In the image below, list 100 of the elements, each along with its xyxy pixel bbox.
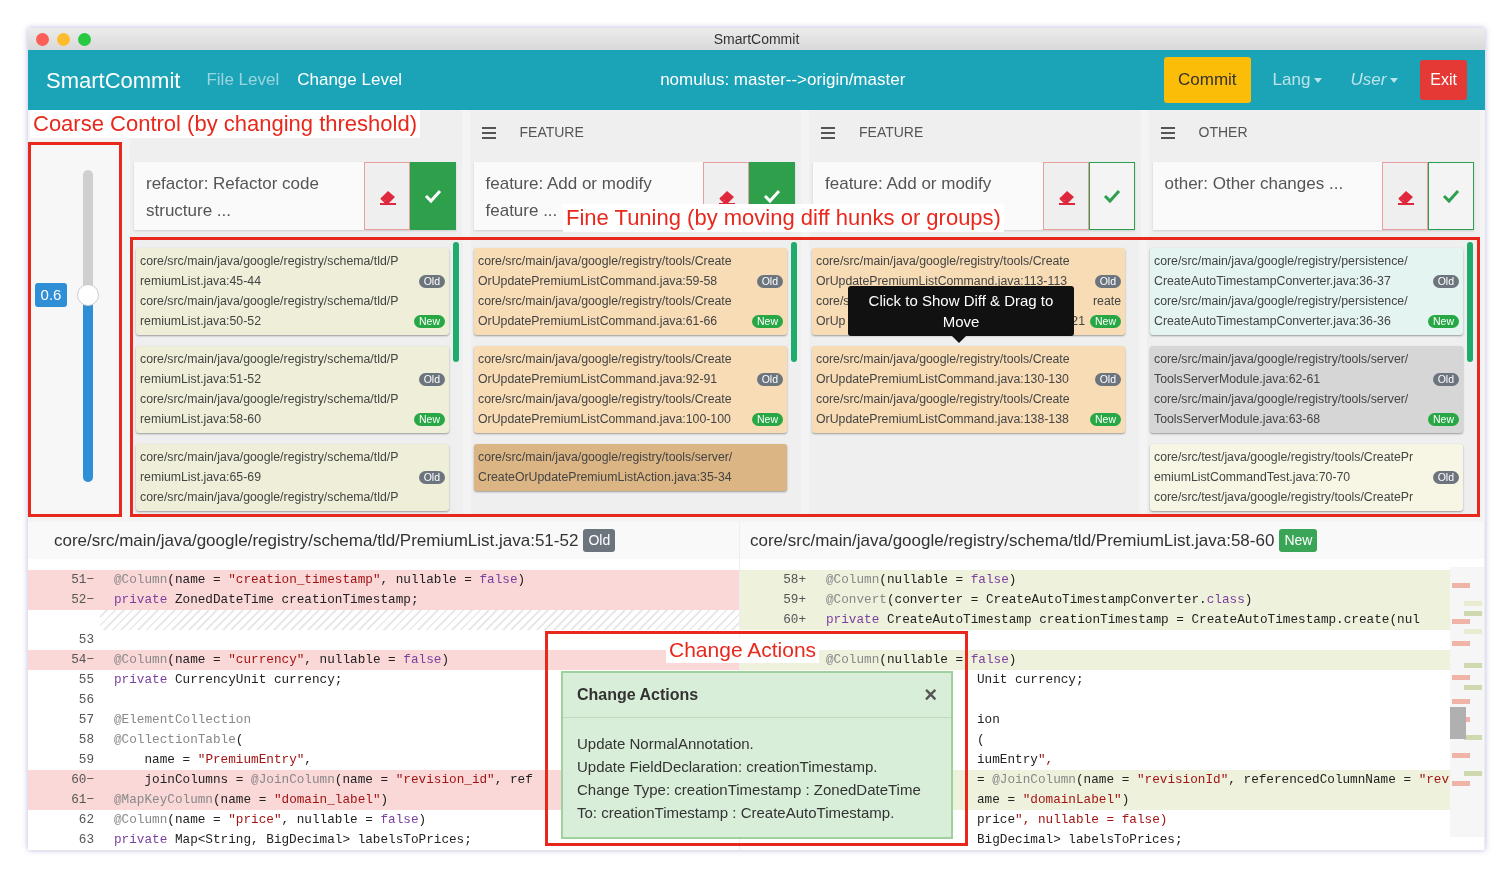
version-badge: Old [418, 372, 445, 386]
caret-icon [1390, 77, 1399, 83]
annotation-tooltip: Fine Tuning (by moving diff hunks or groups) [563, 204, 1004, 232]
version-badge: Old [1432, 470, 1459, 484]
file-path: ToolsServerModule.java:63-68 [1154, 411, 1321, 428]
code-line: ion [977, 711, 1000, 729]
code-line: @Column(name = "creation_timestamp", nullable = false) [113, 571, 526, 589]
menu-icon [1160, 126, 1175, 139]
line-number: 57 [77, 711, 95, 729]
file-path: reate [1092, 293, 1121, 310]
version-badge: Old [418, 274, 445, 288]
code-line: @Column(name = "currency", nullable = false) [113, 651, 450, 669]
scrollbar-thumb[interactable] [453, 242, 459, 362]
code-line: ( [977, 731, 985, 749]
file-path: core/src/main/java/google/registry/tools/Create [478, 253, 732, 270]
version-badge: Old [418, 470, 445, 484]
version-badge: Old [1432, 372, 1459, 386]
hunk-card[interactable]: core/src/main/java/google/registry/tools/Create OrUpdatePremiumListCommand.java:130-130 Old core/src/main/java/google/registry/tools/Create OrUpdatePremiumListCommand.java:138-138 New [812, 346, 1125, 433]
file-path: core/src/main/java/google/registry/schema/tld/P [140, 351, 399, 368]
discard-button[interactable] [363, 162, 410, 230]
file-path: CreateAutoTimestampConverter.java:36-36 [1154, 313, 1391, 330]
close-button[interactable]: × [924, 684, 937, 706]
scrollbar-thumb[interactable] [1467, 242, 1473, 362]
file-path: remiumList.java:45-44 [140, 273, 261, 290]
slider-value: 0.6 [35, 282, 67, 307]
file-path: CreateOrUpdatePremiumListAction.java:35-34 [478, 469, 732, 486]
hunk-card[interactable]: core/src/main/java/google/registry/schema/tld/P remiumList.java:51-52 Old core/src/main/java/google/registry/schema/tld/P remiumList.java:58-60 New [136, 346, 449, 433]
commit-message: feature ... [485, 200, 558, 222]
file-path: remiumList.java:51-52 [140, 371, 261, 388]
version-badge: Old [756, 274, 783, 288]
group-title: FEATURE [519, 123, 584, 142]
line-number: 59 [77, 751, 95, 769]
code-line: @Column(name = "price", nullable = false) [113, 811, 427, 829]
version-badge: Old [1432, 274, 1459, 288]
file-path: OrUpdatePremiumListCommand.java:59-58 [478, 273, 718, 290]
file-path: OrUpdatePremiumListCommand.java:130-130 [816, 371, 1069, 388]
version-badge: Old [1094, 372, 1121, 386]
code-line: = @JoinColumn(name = "revisionId", referencedColumnName = "rev [977, 771, 1450, 789]
line-number: 60− [70, 771, 95, 789]
slider-thumb[interactable] [77, 283, 99, 306]
hunk-card[interactable]: core/src/main/java/google/registry/tools/Create OrUpdatePremiumListCommand.java:59-58 Old core/src/main/java/google/registry/tools/Create OrUpdatePremiumListCommand.java:61-66 New [474, 248, 787, 335]
file-path: core/src/main/java/google/registry/tools/Create [478, 293, 732, 310]
file-path: remiumList.java:65-69 [140, 469, 261, 486]
scrollbar-thumb[interactable] [791, 242, 797, 362]
version-badge: Old [583, 529, 616, 552]
annotation-tooltip: Coarse Control (by changing threshold) [30, 110, 420, 138]
line-number: 51− [70, 571, 95, 589]
file-path: OrUpdatePremiumListCommand.java:138-138 [816, 411, 1069, 428]
code-line: private CreateAutoTimestamp creationTimestamp = CreateAutoTimestamp.create(nul [825, 611, 1420, 629]
discard-button[interactable] [1042, 162, 1089, 230]
code-line: name = "PremiumEntry", [143, 751, 312, 769]
hunk-card[interactable]: core/src/main/java/google/registry/tools/server/ ToolsServerModule.java:62-61 Old core/src/main/java/google/registry/tools/server/ ToolsServerModule.java:63-68 New [1150, 346, 1463, 433]
code-line: ame = "domainLabel") [977, 791, 1130, 809]
code-line: iumEntry", [977, 751, 1054, 769]
file-path: core/src/main/java/google/registry/tools/Create [478, 391, 732, 408]
file-path: CreateAutoTimestampConverter.java:36-37 [1154, 273, 1391, 290]
hunk-card[interactable]: core/src/main/java/google/registry/schema/tld/P remiumList.java:45-44 Old core/src/main/java/google/registry/schema/tld/P remiumList.java:50-52 New [136, 248, 449, 335]
discard-button[interactable] [1382, 162, 1428, 230]
hunk-card[interactable]: core/src/main/java/google/registry/tools/server/ CreateOrUpdatePremiumListAction.java:35-34 [474, 444, 787, 491]
commit-button[interactable]: Commit [1164, 57, 1251, 103]
close-button[interactable] [36, 32, 49, 46]
file-path: core/src/main/java/google/registry/persistence/ [1154, 293, 1408, 310]
file-path: core/src/main/java/google/registry/schema/tld/P [140, 489, 399, 506]
file-path: core/src/main/java/google/registry/schema/tld/P [140, 253, 399, 270]
code-line: private CurrencyUnit currency; [113, 671, 343, 689]
commit-message: refactor: Refactor code [146, 173, 319, 195]
line-number: 61− [70, 791, 95, 809]
menu-icon [821, 126, 835, 139]
file-path: core/src/test/java/google/registry/tools/CreatePr [1154, 489, 1414, 506]
file-path: OrUp [816, 313, 846, 330]
file-path: remiumList.java:50-52 [140, 313, 261, 330]
hunk-card[interactable]: core/src/test/java/google/registry/tools/CreatePr emiumListCommandTest.java:70-70 Old core/src/test/java/google/registry/tools/CreatePr [1150, 444, 1463, 511]
menu-icon [481, 126, 496, 139]
code-line: private ZonedDateTime creationTimestamp; [113, 591, 419, 609]
caret-icon [1314, 77, 1323, 83]
app-brand: SmartCommit [46, 66, 181, 95]
confirm-button[interactable] [409, 162, 456, 230]
dialog-title: Change Actions [577, 685, 699, 705]
exit-button[interactable]: Exit [1420, 60, 1467, 100]
action-item: Update FieldDeclaration: creationTimestamp. [577, 757, 879, 777]
line-number: 63 [77, 831, 95, 849]
version-badge: New [414, 314, 445, 328]
zoom-button[interactable] [78, 32, 91, 46]
line-number: 60+ [782, 611, 807, 629]
commit-message: feature: Add or modify [485, 173, 652, 195]
confirm-button[interactable] [1428, 162, 1474, 230]
hunk-card[interactable]: core/src/main/java/google/registry/schema/tld/P remiumList.java:65-69 Old core/src/main/java/google/registry/schema/tld/P [136, 444, 449, 511]
confirm-button[interactable] [1088, 162, 1135, 230]
version-badge: New [1428, 412, 1459, 426]
file-path: core/src/main/java/google/registry/schema/tld/PremiumList.java:51-52 [54, 529, 579, 552]
file-path: core/src/main/java/google/registry/tools/Create [816, 253, 1070, 270]
version-badge: New [1090, 314, 1121, 328]
file-path: core/src/main/java/google/registry/tools/server/ [1154, 391, 1409, 408]
code-line: BigDecimal> labelsToPrices; [977, 831, 1183, 849]
hunk-card[interactable]: core/src/main/java/google/registry/persistence/ CreateAutoTimestampConverter.java:36-37 Old core/src/main/java/google/registry/persistence/ CreateAutoTimestampConverter.java:36-36 New [1150, 248, 1463, 335]
hunk-card[interactable]: core/src/main/java/google/registry/tools/Create OrUpdatePremiumListCommand.java:92-91 Old core/src/main/java/google/registry/tools/Create OrUpdatePremiumListCommand.java:100-100 New [474, 346, 787, 433]
line-number: 62 [77, 811, 95, 829]
file-path: OrUpdatePremiumListCommand.java:92-91 [478, 371, 718, 388]
file-path: OrUpdatePremiumListCommand.java:61-66 [478, 313, 718, 330]
version-badge: New [752, 314, 783, 328]
